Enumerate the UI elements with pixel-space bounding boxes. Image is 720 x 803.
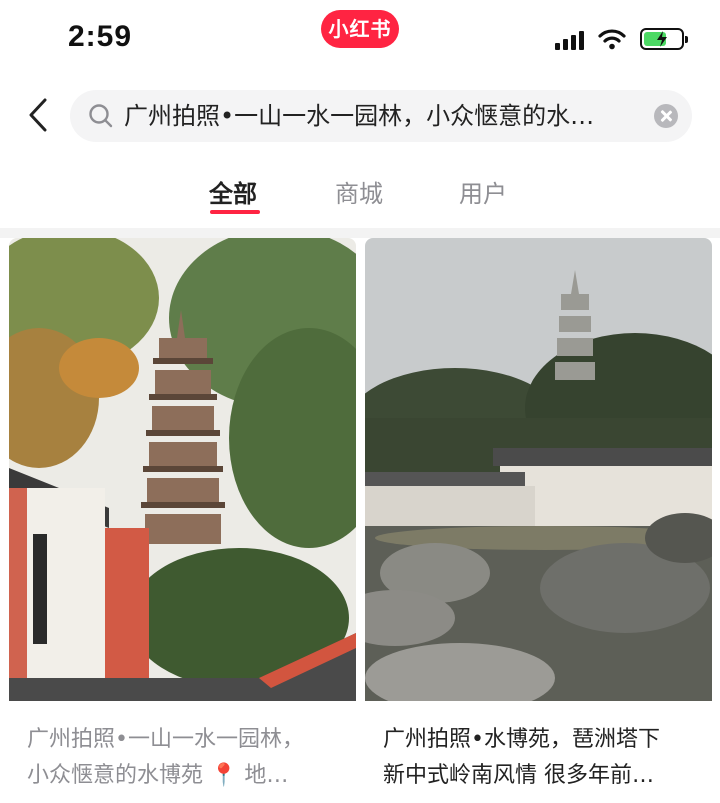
search-query-text: 广州拍照•一山一水一园林，小众惬意的水… <box>124 102 595 130</box>
status-time: 2:59 <box>68 20 133 53</box>
note-cover-image <box>365 238 712 701</box>
note-title: 广州拍照•一山一水一园林， 小众惬意的水博苑 📍 地… <box>27 727 304 788</box>
back-button[interactable] <box>18 92 58 138</box>
back-icon <box>29 98 47 132</box>
status-bar: 2:59 小红书 <box>0 0 720 80</box>
section-divider <box>0 228 720 238</box>
signal-icon <box>555 28 584 50</box>
wifi-icon <box>598 29 626 50</box>
status-icons <box>555 22 688 56</box>
tab-mall[interactable]: 商城 <box>335 174 383 209</box>
note-card[interactable]: 广州拍照•一山一水一园林， 小众惬意的水博苑 📍 地… <box>9 238 356 803</box>
note-title: 广州拍照•水博苑，琶洲塔下 新中式岭南风情 很多年前… <box>383 727 660 788</box>
app-logo-badge: 小红书 <box>321 10 399 48</box>
search-icon <box>89 104 113 128</box>
clear-icon[interactable] <box>654 104 678 128</box>
tab-users[interactable]: 用户 <box>459 174 507 209</box>
note-cover-image <box>9 238 356 701</box>
active-tab-indicator <box>210 210 260 214</box>
tab-all[interactable]: 全部 <box>209 174 257 209</box>
battery-icon <box>640 28 688 50</box>
result-tabs: 全部 商城 用户 <box>0 160 720 222</box>
search-input[interactable]: 广州拍照•一山一水一园林，小众惬意的水… <box>70 90 692 142</box>
note-card[interactable]: 广州拍照•水博苑，琶洲塔下 新中式岭南风情 很多年前… <box>365 238 712 803</box>
